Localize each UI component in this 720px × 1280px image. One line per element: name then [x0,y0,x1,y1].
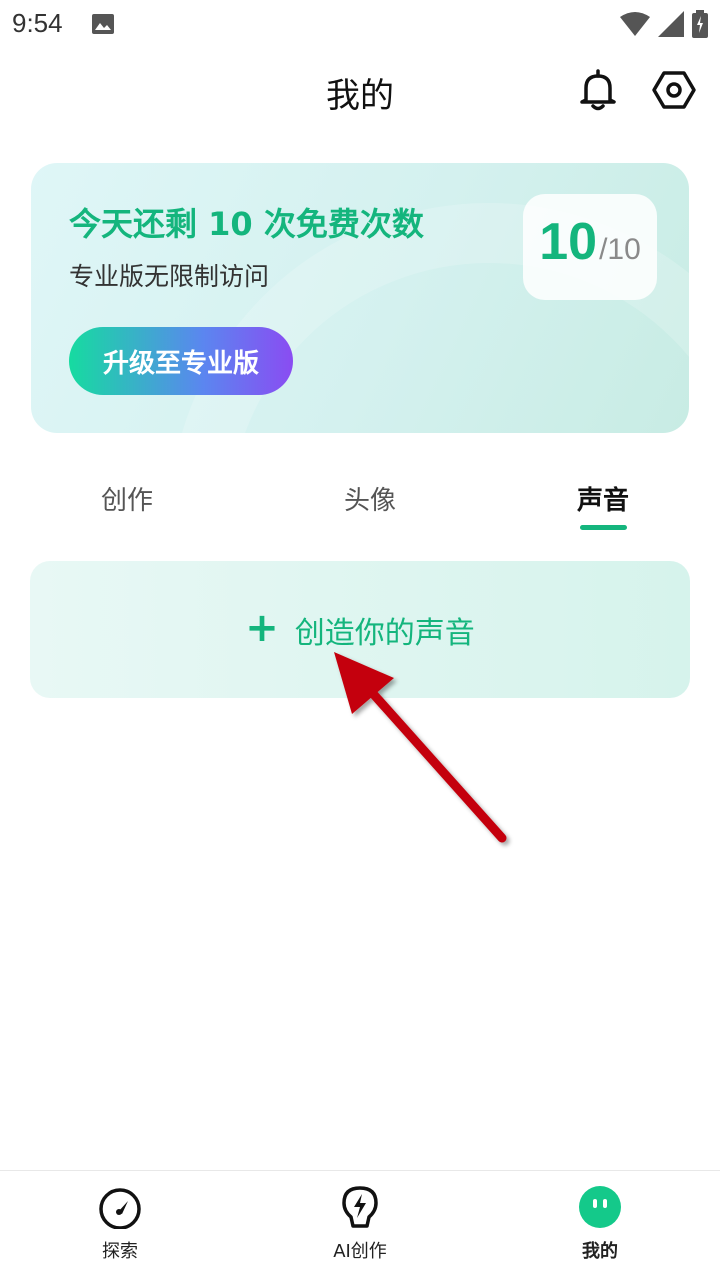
free-quota-card: 今天还剩 10 次免费次数 专业版无限制访问 升级至专业版 10 /10 [31,163,689,433]
nav-ai-create-label: AI创作 [333,1241,387,1262]
pro-access-subtitle: 专业版无限制访问 [69,262,270,291]
nav-mine[interactable]: 我的 [540,1185,660,1263]
wifi-icon [620,12,650,36]
status-bar: 9:54 [0,0,720,50]
status-time: 9:54 [12,8,63,38]
lightbulb-bolt-icon [342,1186,378,1228]
screen: 9:54 我的 今天还剩 10 次免费次数 专业版无限制访问 升级至专业版 10… [0,0,720,1280]
tab-indicator [580,525,627,530]
quota-total: /10 [599,233,641,266]
image-notification-icon [92,14,114,34]
upgrade-pro-button[interactable]: 升级至专业版 [69,327,293,395]
notification-bell-icon[interactable] [574,66,622,114]
tab-avatar[interactable]: 头像 [344,480,396,517]
smiley-icon [579,1186,621,1228]
status-icons [620,10,708,38]
content-tabs: 创作 头像 声音 [0,470,720,540]
app-header: 我的 [0,50,720,130]
tab-create[interactable]: 创作 [101,480,153,517]
tab-voice[interactable]: 声音 [577,480,629,517]
gauge-icon [99,1188,141,1229]
signal-icon [658,11,684,37]
quota-remaining: 10 [539,213,598,271]
create-voice-label: 创造你的声音 [294,615,475,651]
plus-icon: + [245,604,279,651]
create-voice-button[interactable]: + 创造你的声音 [30,561,690,698]
nav-explore-label: 探索 [102,1241,138,1262]
settings-icon[interactable] [650,66,698,114]
free-quota-title: 今天还剩 10 次免费次数 [69,205,424,243]
bottom-navigation: 探索 AI创作 我的 [0,1170,720,1280]
battery-icon [692,10,708,38]
nav-ai-create[interactable]: AI创作 [300,1185,420,1263]
quota-counter: 10 /10 [523,194,657,300]
nav-mine-label: 我的 [582,1241,618,1262]
nav-explore[interactable]: 探索 [60,1185,180,1263]
